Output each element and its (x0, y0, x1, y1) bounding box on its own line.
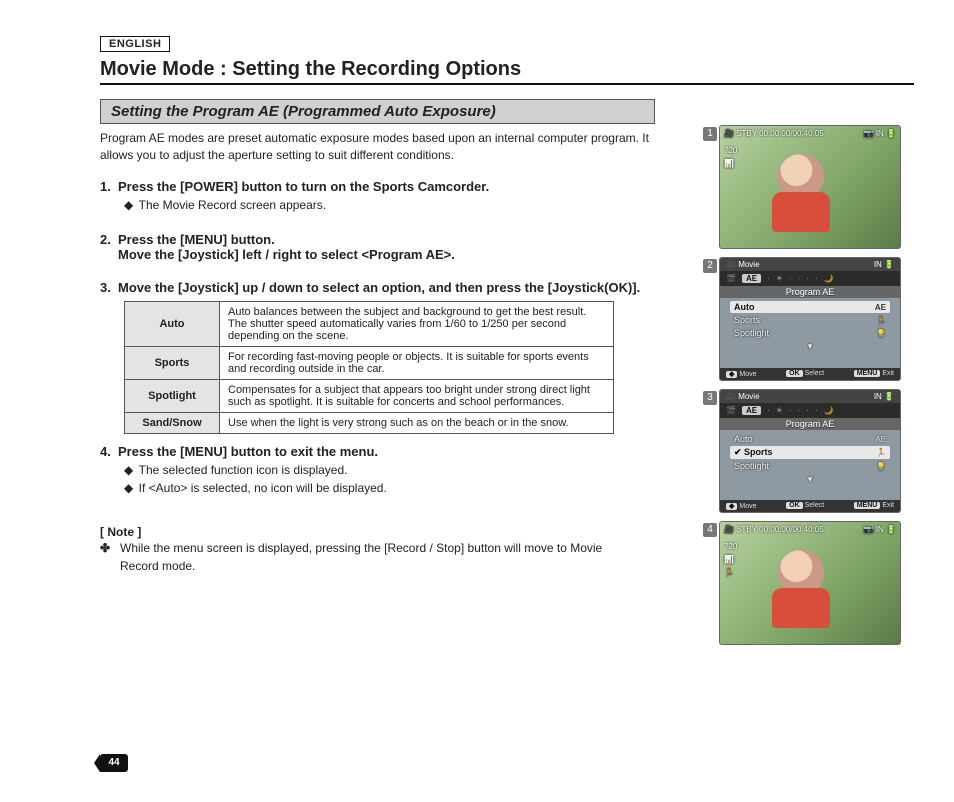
figure-2: 2 🎥 MovieIN 🔋 🎬AE·☀····🌙 Program AE Auto… (719, 257, 914, 381)
figure-4: 4 🎥 STBY 00:00:00/00:40:05 📷 IN 🔋 720 📊 … (719, 521, 914, 645)
menu-item-sports: Sports🏃 (730, 314, 890, 326)
figure-1: 1 🎥 STBY 00:00:00/00:40:05 📷 IN 🔋 720 📊 (719, 125, 914, 249)
ae-row-sandsnow-d: Use when the light is very strong such a… (220, 412, 614, 433)
step-3: 3.Move the [Joystick] up / down to selec… (100, 280, 655, 295)
menu-item-more: ▾ (730, 340, 890, 353)
content-column: Setting the Program AE (Programmed Auto … (100, 99, 655, 575)
figure-3-badge: 3 (703, 391, 717, 405)
ae-row-sports-h: Sports (125, 346, 220, 379)
hint-move: Move (739, 371, 756, 378)
step-2a-text: Press the [MENU] button. (118, 232, 275, 247)
timecode: 00:00:00/00:40:05 (759, 129, 824, 138)
ae-row-spotlight-d: Compensates for a subject that appears t… (220, 379, 614, 412)
program-ae-table: AutoAuto balances between the subject an… (124, 301, 614, 434)
note-heading: [ Note ] (100, 525, 655, 539)
sports-mode-icon: 🏃 (724, 566, 737, 579)
in-label: IN (874, 260, 882, 269)
menu-item-auto: AutoAE (730, 433, 890, 445)
note-body: ✤While the menu screen is displayed, pre… (100, 539, 655, 575)
note-text: While the menu screen is displayed, pres… (120, 539, 640, 575)
quality-icon-2: 📊 (724, 553, 737, 566)
section-heading: Setting the Program AE (Programmed Auto … (100, 99, 655, 124)
hint-select: Select (805, 370, 824, 377)
mode-label: Movie (738, 260, 759, 269)
ae-row-auto-d: Auto balances between the subject and ba… (220, 301, 614, 346)
hint-exit: Exit (882, 370, 894, 377)
quality-icon: 📊 (724, 157, 737, 170)
menu-item-spotlight-2: Spotlight💡 (730, 460, 890, 472)
step-4-sub-a: ◆ The selected function icon is displaye… (124, 461, 655, 479)
step-1-sub: ◆ The Movie Record screen appears. (124, 196, 655, 214)
figure-1-badge: 1 (703, 127, 717, 141)
illustration-column: 1 🎥 STBY 00:00:00/00:40:05 📷 IN 🔋 720 📊 … (719, 99, 914, 653)
figure-3: 3 🎥 MovieIN 🔋 🎬AE·☀····🌙 Program AE Auto… (719, 389, 914, 513)
ae-row-spotlight-h: Spotlight (125, 379, 220, 412)
step-1-text: Press the [POWER] button to turn on the … (118, 179, 489, 194)
step-1-sub-text: The Movie Record screen appears. (139, 198, 326, 212)
menu-header: Program AE (720, 286, 900, 298)
res-icon: 720 (724, 144, 737, 157)
intro-text: Program AE modes are preset automatic ex… (100, 130, 655, 165)
step-2b-text: Move the [Joystick] left / right to sele… (118, 247, 455, 262)
page-number-badge: 44 (100, 754, 128, 772)
step-4-sub-b: ◆ If <Auto> is selected, no icon will be… (124, 479, 655, 497)
menu-item-spotlight: Spotlight💡 (730, 327, 890, 339)
lcd-menu-auto: 🎥 MovieIN 🔋 🎬AE·☀····🌙 Program AE AutoAE… (719, 257, 901, 381)
figure-2-badge: 2 (703, 259, 717, 273)
menu-item-auto-sel: AutoAE (730, 301, 890, 313)
lcd-menu-sports: 🎥 MovieIN 🔋 🎬AE·☀····🌙 Program AE AutoAE… (719, 389, 901, 513)
ae-tab: AE (742, 274, 761, 283)
lcd-record-standby: 🎥 STBY 00:00:00/00:40:05 📷 IN 🔋 720 📊 (719, 125, 901, 249)
language-tag: ENGLISH (100, 36, 170, 52)
page-title: Movie Mode : Setting the Recording Optio… (100, 58, 914, 85)
step-4-text: Press the [MENU] button to exit the menu… (118, 444, 378, 459)
menu-item-sports-sel: ✔ Sports🏃 (730, 446, 890, 459)
step-4: 4.Press the [MENU] button to exit the me… (100, 444, 655, 459)
step-4a-text: The selected function icon is displayed. (139, 463, 348, 477)
menu-item-more-2: ▾ (730, 473, 890, 486)
ae-row-sports-d: For recording fast-moving people or obje… (220, 346, 614, 379)
lcd-record-with-icon: 🎥 STBY 00:00:00/00:40:05 📷 IN 🔋 720 📊 🏃 (719, 521, 901, 645)
step-4b-text: If <Auto> is selected, no icon will be d… (139, 481, 387, 495)
step-1: 1.Press the [POWER] button to turn on th… (100, 179, 655, 194)
step-2: 2.Press the [MENU] button.Move the [Joys… (100, 232, 655, 262)
figure-4-badge: 4 (703, 523, 717, 537)
ae-row-sandsnow-h: Sand/Snow (125, 412, 220, 433)
stby-label: STBY (736, 129, 757, 138)
ae-row-auto-h: Auto (125, 301, 220, 346)
storage-in: IN (876, 129, 884, 138)
step-3-text: Move the [Joystick] up / down to select … (118, 280, 640, 295)
